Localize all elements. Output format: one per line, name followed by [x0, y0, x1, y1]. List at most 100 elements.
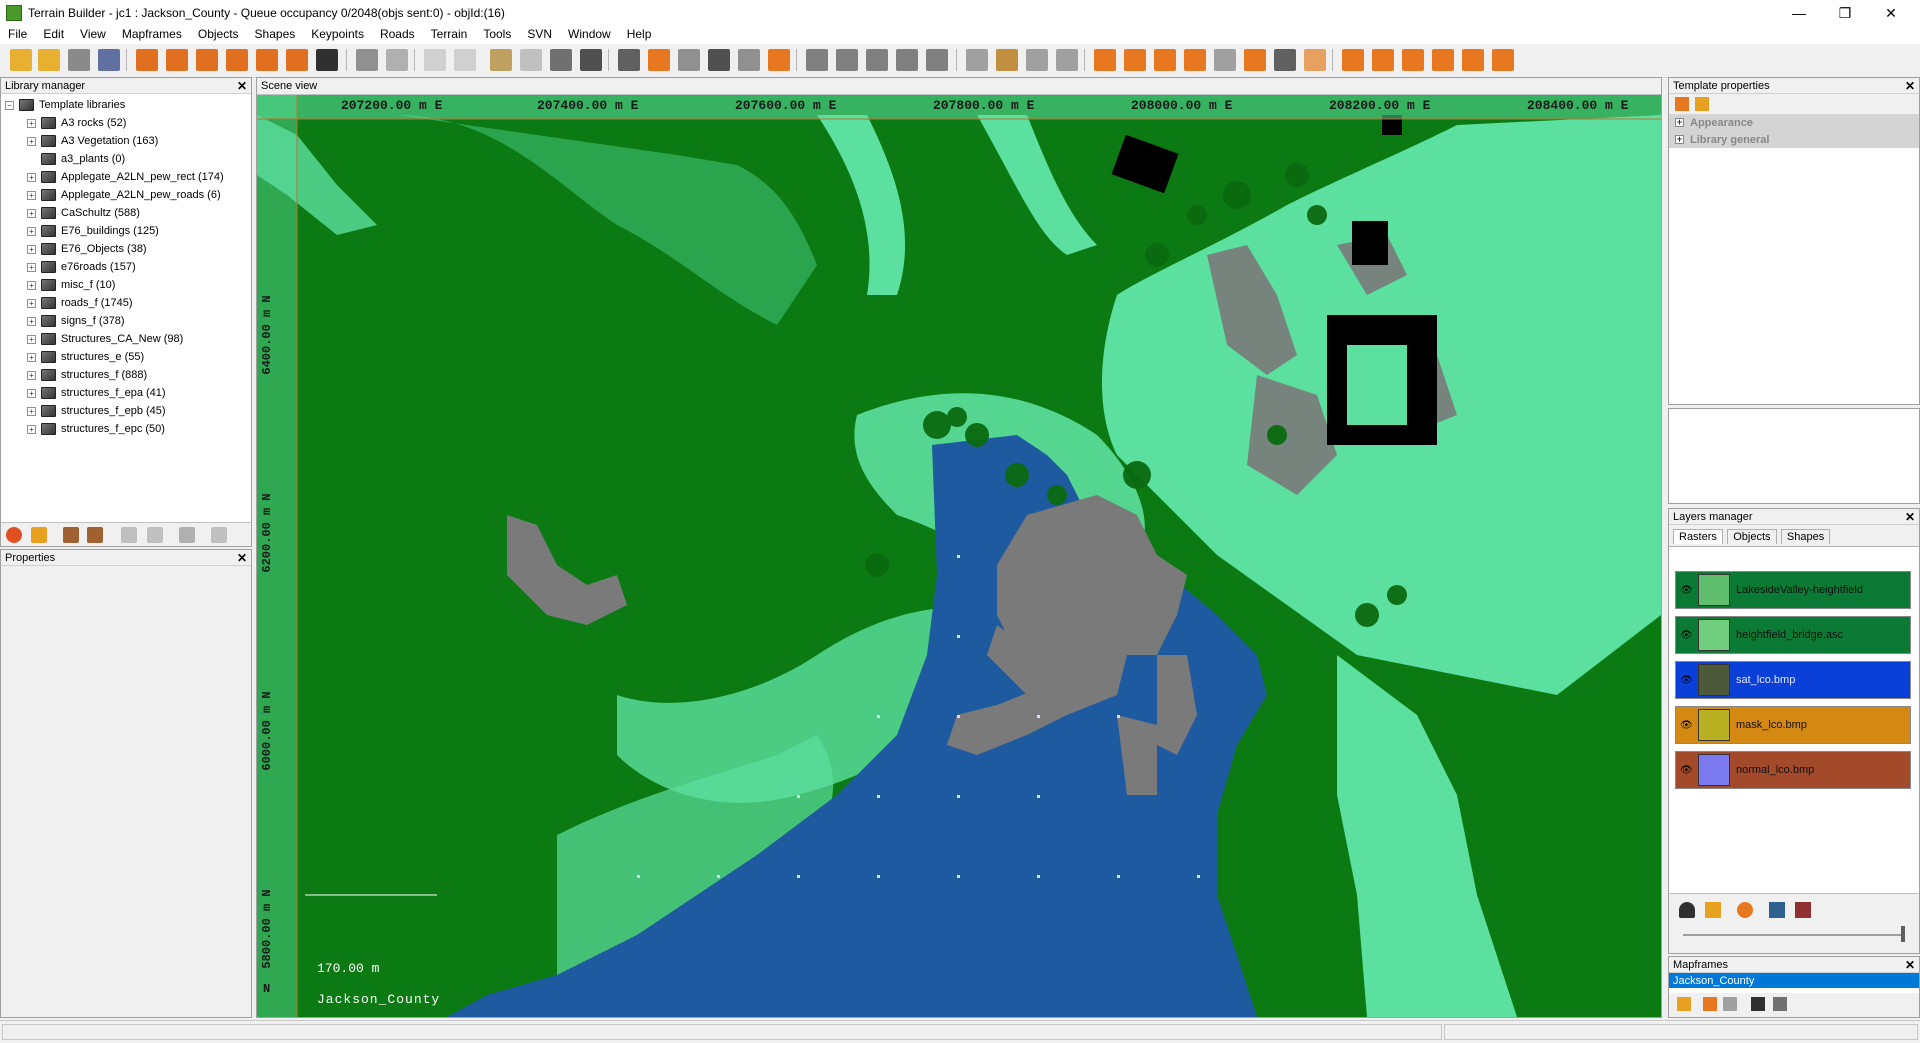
window-3-icon[interactable] — [866, 49, 888, 71]
expand-icon[interactable]: + — [27, 334, 36, 344]
menu-svn[interactable]: SVN — [519, 27, 560, 41]
measure-m-icon[interactable] — [424, 49, 446, 71]
menu-tools[interactable]: Tools — [475, 27, 519, 41]
library-item[interactable]: + misc_f (10) — [5, 276, 251, 294]
menu-view[interactable]: View — [72, 27, 114, 41]
lock-icon[interactable] — [1677, 997, 1691, 1011]
library-item[interactable]: + signs_f (378) — [5, 312, 251, 330]
tree-root[interactable]: − Template libraries — [5, 96, 251, 114]
maximize-button[interactable]: ❐ — [1822, 0, 1868, 26]
dots-grid-icon[interactable] — [708, 49, 730, 71]
redo-icon[interactable] — [386, 49, 408, 71]
add-object-2-icon[interactable] — [1124, 49, 1146, 71]
keypoint-add-icon[interactable] — [1342, 49, 1364, 71]
eye-icon[interactable] — [1679, 902, 1695, 918]
tab-rasters[interactable]: Rasters — [1673, 529, 1723, 544]
opacity-slider-handle[interactable] — [1901, 926, 1905, 942]
fine-grid-icon[interactable] — [580, 49, 602, 71]
raster-layer-row[interactable]: 👁 mask_lco.bmp — [1675, 706, 1911, 744]
expand-icon[interactable]: + — [27, 424, 36, 434]
scatter-icon[interactable] — [1184, 49, 1206, 71]
library-item[interactable]: + e76roads (157) — [5, 258, 251, 276]
close-icon[interactable]: ✕ — [1905, 79, 1915, 93]
image-icon[interactable] — [896, 49, 918, 71]
add-library-icon[interactable] — [63, 527, 79, 543]
menu-keypoints[interactable]: Keypoints — [303, 27, 372, 41]
collapse-icon[interactable]: − — [5, 100, 14, 110]
zoom-out-icon[interactable] — [166, 49, 188, 71]
library-item[interactable]: + structures_f_epc (50) — [5, 420, 251, 438]
move-up-icon[interactable] — [1703, 997, 1717, 1011]
visibility-eye-icon[interactable]: 👁 — [1680, 765, 1694, 776]
expand-icon[interactable]: + — [27, 136, 36, 146]
library-item[interactable]: +a3_plants (0) — [5, 150, 251, 168]
raster-layer-row[interactable]: 👁 LakesideValley-heightfield — [1675, 571, 1911, 609]
library-item[interactable]: + A3 Vegetation (163) — [5, 132, 251, 150]
ruler-icon[interactable] — [490, 49, 512, 71]
clapper-icon[interactable] — [316, 49, 338, 71]
list-icon[interactable] — [1773, 997, 1787, 1011]
expand-icon[interactable]: + — [1675, 135, 1684, 144]
expand-icon[interactable]: + — [27, 298, 36, 308]
menu-window[interactable]: Window — [560, 27, 619, 41]
opacity-slider[interactable] — [1683, 934, 1903, 936]
expand-icon[interactable]: + — [27, 244, 36, 254]
zoom-region-icon[interactable] — [286, 49, 308, 71]
layer-down-icon[interactable] — [1795, 902, 1811, 918]
library-item[interactable]: + Applegate_A2LN_pew_roads (6) — [5, 186, 251, 204]
menu-roads[interactable]: Roads — [372, 27, 423, 41]
orange-grid-icon[interactable] — [768, 49, 790, 71]
expand-icon[interactable]: + — [27, 262, 36, 272]
save-icon[interactable] — [68, 49, 90, 71]
error-icon[interactable] — [6, 527, 22, 543]
keypoint-path-icon[interactable] — [1432, 49, 1454, 71]
keypoint-delete-icon[interactable] — [1492, 49, 1514, 71]
zoom-fit-icon[interactable] — [196, 49, 218, 71]
alphabetical-icon[interactable] — [1695, 97, 1709, 111]
library-item[interactable]: + E76_Objects (38) — [5, 240, 251, 258]
library-item[interactable]: + structures_e (55) — [5, 348, 251, 366]
zoom-plus-icon[interactable] — [226, 49, 248, 71]
keypoint-select-icon[interactable] — [1402, 49, 1424, 71]
categorized-icon[interactable] — [1675, 97, 1689, 111]
menu-help[interactable]: Help — [619, 27, 660, 41]
expand-icon[interactable]: + — [27, 226, 36, 236]
window-2-icon[interactable] — [836, 49, 858, 71]
close-icon[interactable]: ✕ — [237, 551, 247, 565]
snap-icon[interactable] — [738, 49, 760, 71]
object-cube-icon[interactable] — [618, 49, 640, 71]
expand-icon[interactable]: + — [27, 280, 36, 290]
library-item[interactable]: + CaSchultz (588) — [5, 204, 251, 222]
layer-up-icon[interactable] — [1769, 902, 1785, 918]
hand-select-icon[interactable] — [966, 49, 988, 71]
pin-icon[interactable] — [1056, 49, 1078, 71]
object-orange-cube-icon[interactable] — [648, 49, 670, 71]
expand-icon[interactable]: + — [27, 172, 36, 182]
menu-terrain[interactable]: Terrain — [423, 27, 476, 41]
terrain-map[interactable] — [257, 95, 1661, 1017]
keypoint-link-icon[interactable] — [1462, 49, 1484, 71]
delete-library-icon[interactable] — [179, 527, 195, 543]
magnet-icon[interactable] — [1304, 49, 1326, 71]
move-object-icon[interactable] — [1244, 49, 1266, 71]
new-project-icon[interactable] — [10, 49, 32, 71]
hand-move-icon[interactable] — [1026, 49, 1048, 71]
library-item[interactable]: + roads_f (1745) — [5, 294, 251, 312]
menu-file[interactable]: File — [0, 27, 35, 41]
menu-mapframes[interactable]: Mapframes — [114, 27, 190, 41]
close-icon[interactable]: ✕ — [1905, 958, 1915, 972]
library-item[interactable]: + structures_f_epb (45) — [5, 402, 251, 420]
expand-icon[interactable]: + — [1675, 118, 1684, 127]
warning-icon[interactable] — [31, 527, 47, 543]
raster-layer-row[interactable]: 👁 normal_lco.bmp — [1675, 751, 1911, 789]
section-appearance[interactable]: + Appearance — [1669, 114, 1919, 131]
menu-shapes[interactable]: Shapes — [247, 27, 304, 41]
add-object-icon[interactable] — [1094, 49, 1116, 71]
open-project-icon[interactable] — [38, 49, 60, 71]
menu-edit[interactable]: Edit — [35, 27, 72, 41]
window-icon[interactable] — [806, 49, 828, 71]
library-item[interactable]: + structures_f (888) — [5, 366, 251, 384]
visibility-eye-icon[interactable]: 👁 — [1680, 675, 1694, 686]
tools-icon[interactable] — [1274, 49, 1296, 71]
export-library-icon[interactable] — [121, 527, 137, 543]
